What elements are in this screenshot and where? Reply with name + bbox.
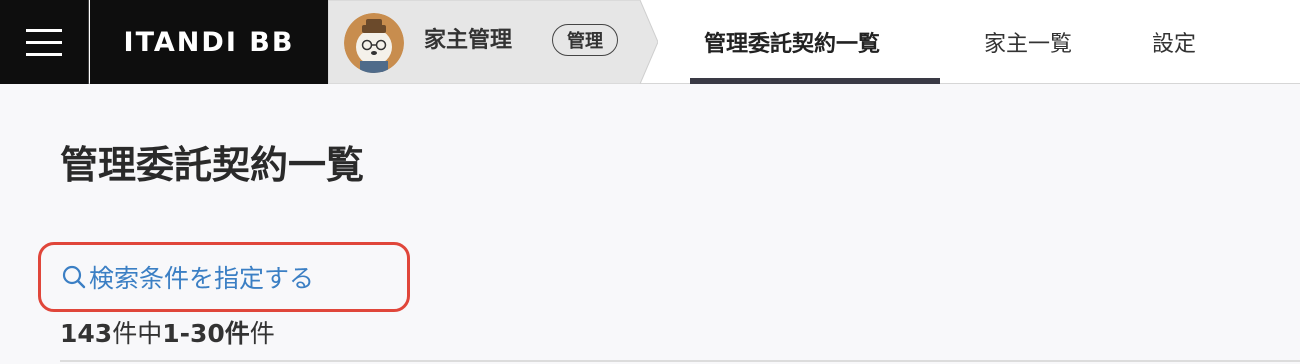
nav-item-label: 設定 bbox=[1152, 32, 1197, 57]
search-icon bbox=[62, 265, 86, 289]
product-switcher[interactable]: 家主管理 管理 bbox=[328, 0, 658, 84]
count-total: 143 bbox=[60, 319, 113, 348]
page-title: 管理委託契約一覧 bbox=[60, 143, 365, 187]
count-total-suffix: 件中 bbox=[112, 319, 163, 348]
top-bar: ITANDI BB 家主管理 管理 管理委託契約一覧 家主一覧 設定 bbox=[0, 0, 1300, 84]
search-conditions-link[interactable]: 検索条件を指定する bbox=[38, 242, 410, 312]
app-logo[interactable]: ITANDI BB bbox=[90, 0, 328, 84]
count-range: 1-30 bbox=[162, 319, 225, 348]
bear-avatar bbox=[344, 13, 404, 73]
nav-item-owners[interactable]: 家主一覧 bbox=[940, 0, 1108, 84]
hamburger-icon bbox=[26, 28, 62, 56]
nav-item-label: 管理委託契約一覧 bbox=[704, 32, 881, 57]
result-count: 143件中1-30件件 bbox=[60, 314, 275, 350]
product-name: 家主管理 bbox=[424, 28, 513, 53]
role-badge: 管理 bbox=[552, 24, 618, 56]
nav-item-label: 家主一覧 bbox=[984, 32, 1073, 57]
menu-button[interactable] bbox=[0, 0, 89, 84]
main-nav: 管理委託契約一覧 家主一覧 設定 bbox=[690, 0, 1228, 84]
nav-item-settings[interactable]: 設定 bbox=[1108, 0, 1228, 84]
divider bbox=[60, 360, 1300, 362]
count-range-suffix: 件 bbox=[224, 319, 250, 348]
nav-item-contracts[interactable]: 管理委託契約一覧 bbox=[690, 0, 940, 84]
count-trailing: 件 bbox=[249, 319, 275, 348]
search-link-label: 検索条件を指定する bbox=[89, 264, 315, 293]
